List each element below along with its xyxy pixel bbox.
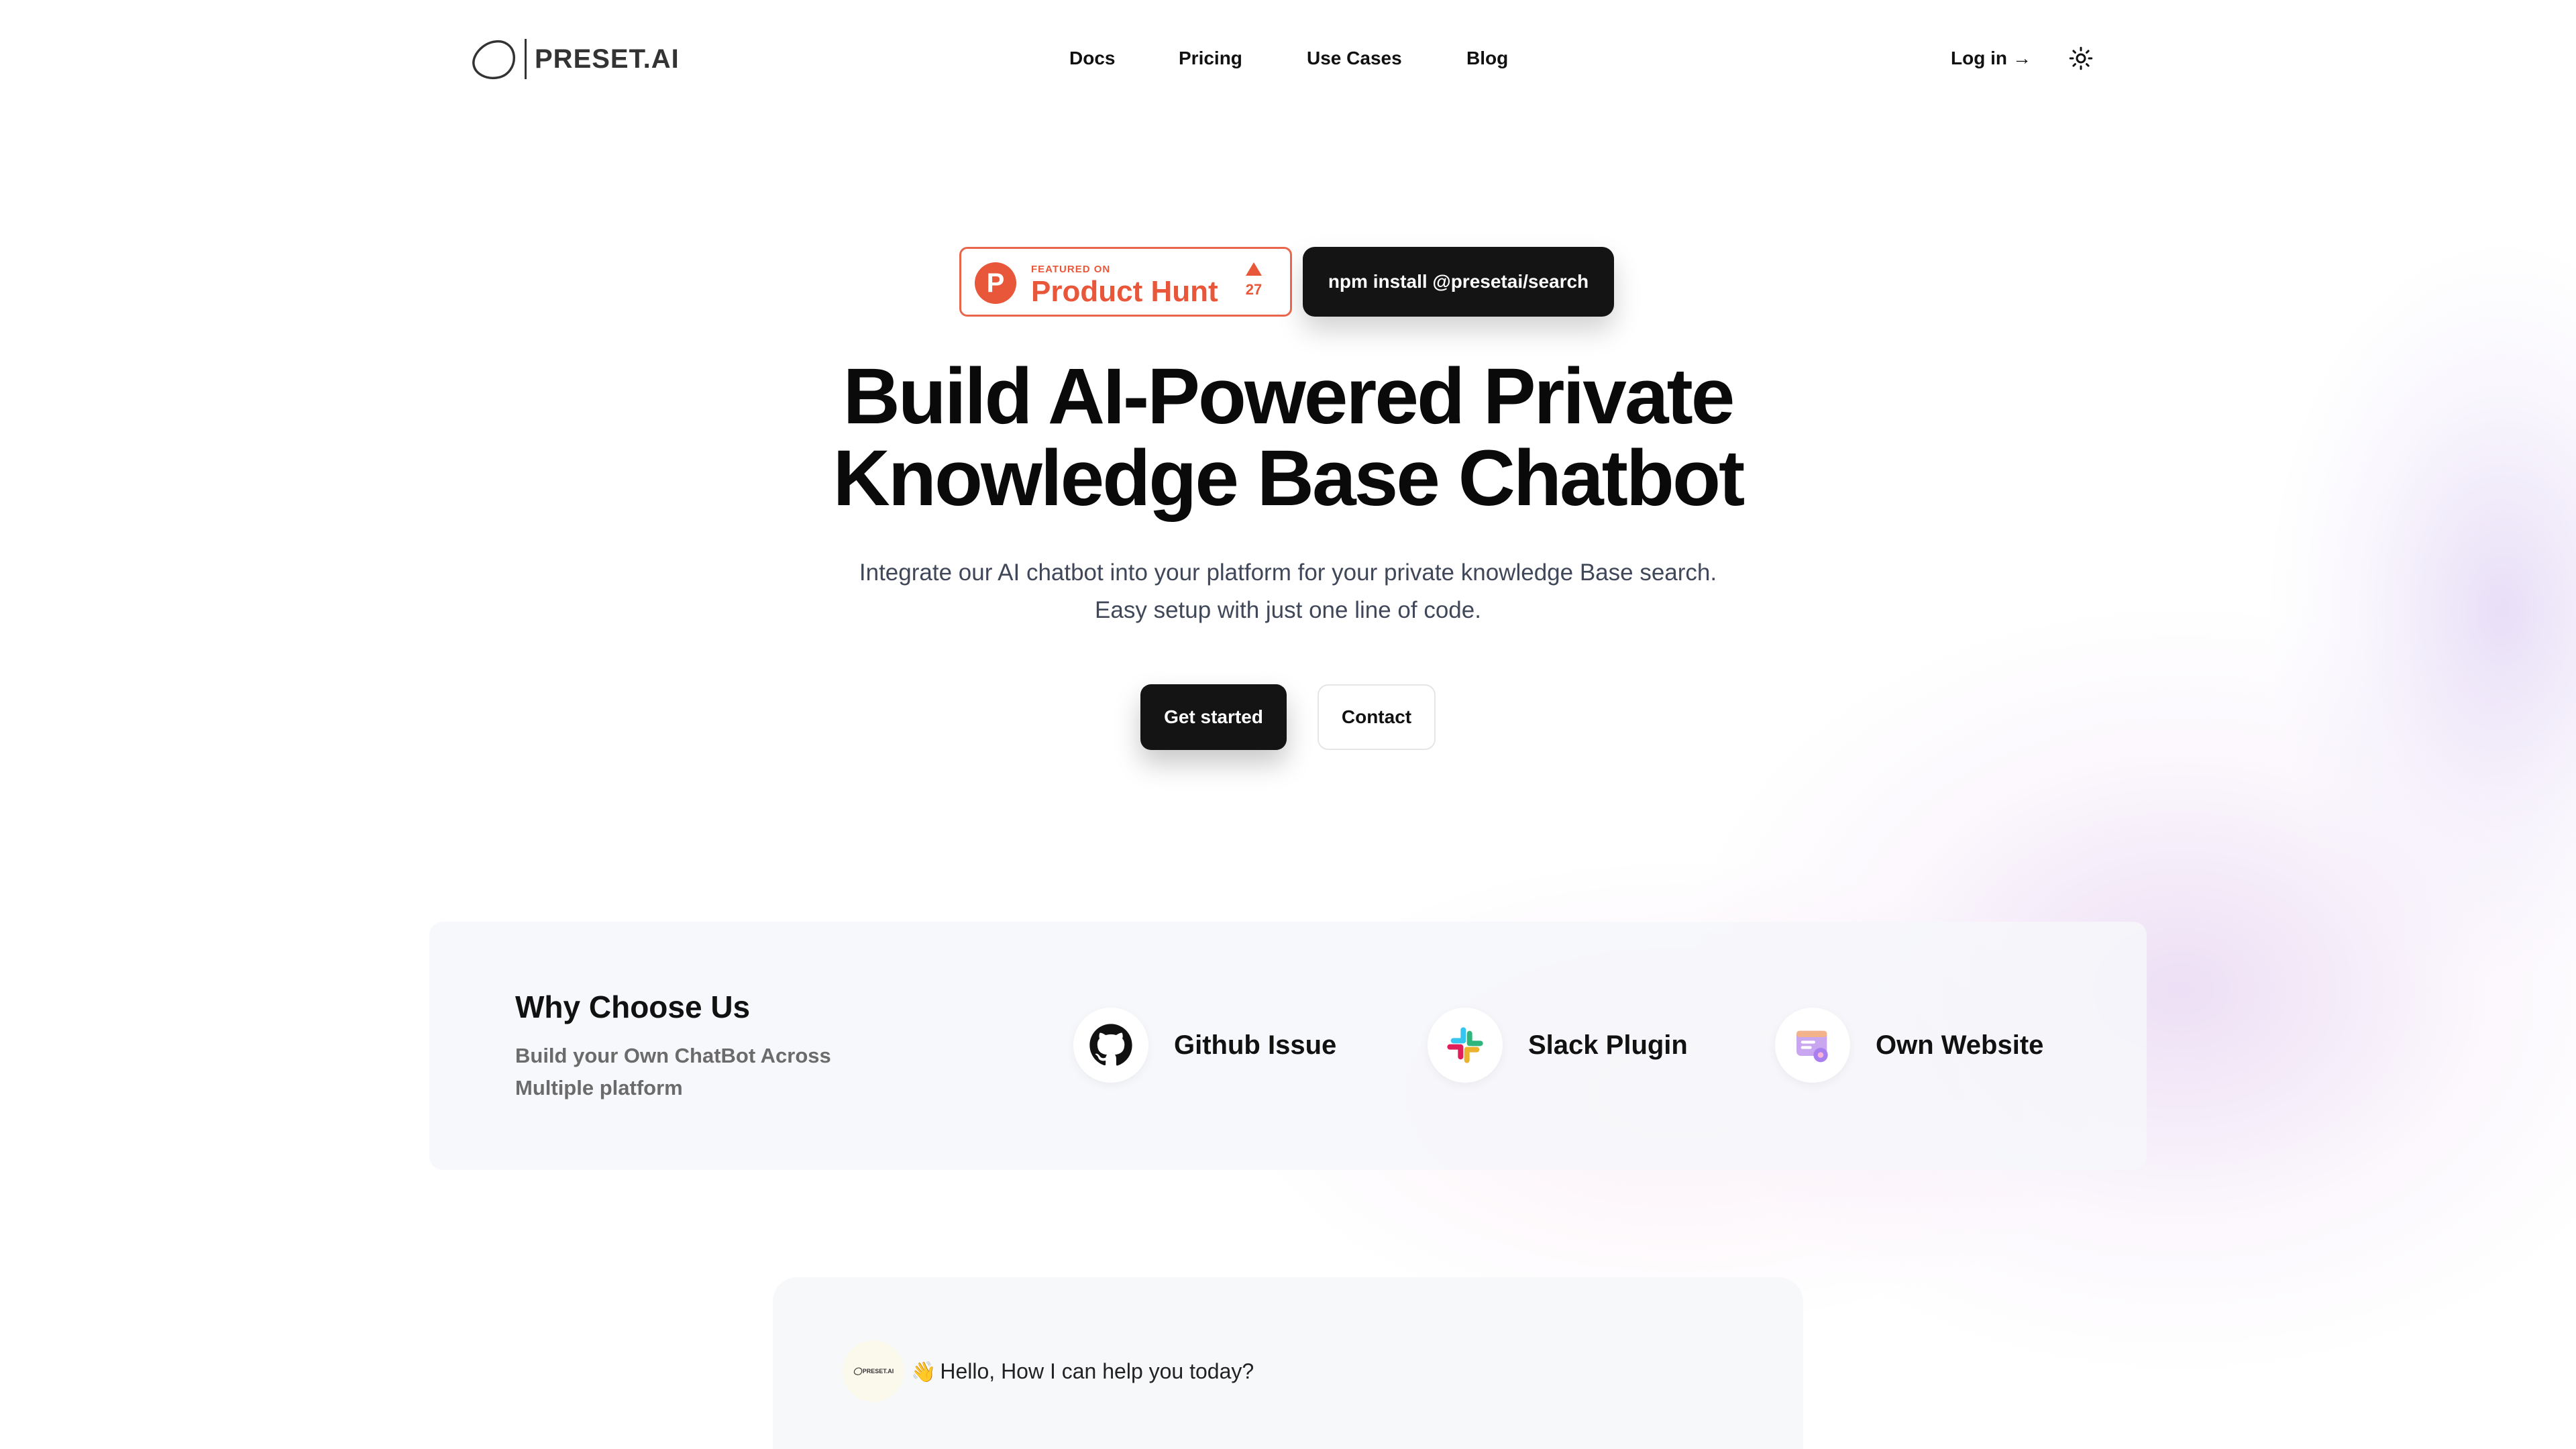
feature-label: Github Issue	[1174, 1030, 1337, 1060]
login-link[interactable]: Log in →	[1951, 42, 2031, 75]
bot-greeting-message: 👋 Hello, How I can help you today?	[911, 1354, 1254, 1390]
chatbot-preview: PRESET.AI 👋 Hello, How I can help you tod…	[773, 1277, 1803, 1449]
sun-icon	[2069, 46, 2093, 70]
upvote-count: 27	[1245, 281, 1263, 298]
nav-link-docs[interactable]: Docs	[1069, 42, 1115, 75]
github-logo-svg	[1089, 1024, 1132, 1066]
get-started-button[interactable]: Get started	[1140, 684, 1287, 750]
feature-github-issue[interactable]: Github Issue	[1073, 1008, 1336, 1083]
website-icon	[1775, 1008, 1850, 1083]
feature-slack-plugin[interactable]: Slack Plugin	[1428, 1008, 1688, 1083]
login-label: Log in	[1951, 48, 2007, 68]
website-illustration-svg	[1796, 1030, 1828, 1063]
hero-subtitle-line: Integrate our AI chatbot into your platf…	[859, 559, 1717, 586]
hero-title-line: Knowledge Base Chatbot	[833, 434, 1746, 523]
hero-badges: P FEATURED ON Product Hunt 27 npm instal…	[959, 247, 1614, 317]
logo-mark-icon	[472, 40, 515, 80]
why-choose-us-section: Why Choose Us Build your Own ChatBot Acr…	[429, 922, 2147, 1170]
bot-avatar-text: PRESET.AI	[862, 1368, 894, 1375]
hero-subtitle: Integrate our AI chatbot into your platf…	[0, 554, 2576, 629]
nav-link-pricing[interactable]: Pricing	[1179, 42, 1242, 75]
product-hunt-featured-label: FEATURED ON	[1031, 264, 1111, 275]
product-hunt-upvotes: 27	[1240, 262, 1267, 299]
nav-link-blog[interactable]: Blog	[1466, 42, 1508, 75]
slack-logo-svg	[1447, 1027, 1483, 1063]
hero-cta-group: Get started Contact	[1140, 684, 1436, 750]
contact-button[interactable]: Contact	[1318, 684, 1436, 750]
upvote-triangle-icon	[1246, 262, 1262, 276]
waving-hand-icon: 👋	[911, 1361, 936, 1383]
feature-own-website[interactable]: Own Website	[1775, 1008, 2043, 1083]
nav-actions: Log in →	[1951, 42, 2096, 75]
greeting-text: Hello, How I can help you today?	[940, 1359, 1254, 1383]
landing-page: PRESET.AI Docs Pricing Use Cases Blog Lo…	[0, 0, 2576, 1449]
hero-title: Build AI-Powered Private Knowledge Base …	[0, 356, 2576, 519]
github-icon	[1073, 1008, 1148, 1083]
logo-divider	[525, 39, 527, 79]
hero-subtitle-line: Easy setup with just one line of code.	[1095, 597, 1481, 623]
nav-link-use-cases[interactable]: Use Cases	[1307, 42, 1402, 75]
arrow-right-icon: →	[2012, 48, 2031, 68]
slack-icon	[1428, 1008, 1503, 1083]
product-hunt-icon: P	[975, 262, 1016, 304]
npm-install-command[interactable]: npm install @presetai/search	[1303, 247, 1614, 317]
feature-label: Own Website	[1876, 1030, 2044, 1060]
feature-label: Slack Plugin	[1528, 1030, 1688, 1060]
hero-title-line: Build AI-Powered Private	[843, 352, 1735, 441]
why-title: Why Choose Us	[515, 989, 751, 1024]
theme-toggle-button[interactable]	[2066, 44, 2096, 73]
why-subtitle: Build your Own ChatBot Across Multiple p…	[515, 1044, 831, 1099]
bot-avatar: PRESET.AI	[843, 1340, 904, 1402]
product-hunt-badge[interactable]: P FEATURED ON Product Hunt 27	[959, 247, 1292, 317]
top-navigation: PRESET.AI Docs Pricing Use Cases Blog Lo…	[0, 0, 2576, 118]
logo-text: PRESET.AI	[535, 44, 680, 74]
site-logo[interactable]: PRESET.AI	[470, 35, 680, 83]
logo-mark-icon	[853, 1367, 862, 1375]
product-hunt-name: Product Hunt	[1031, 275, 1218, 308]
